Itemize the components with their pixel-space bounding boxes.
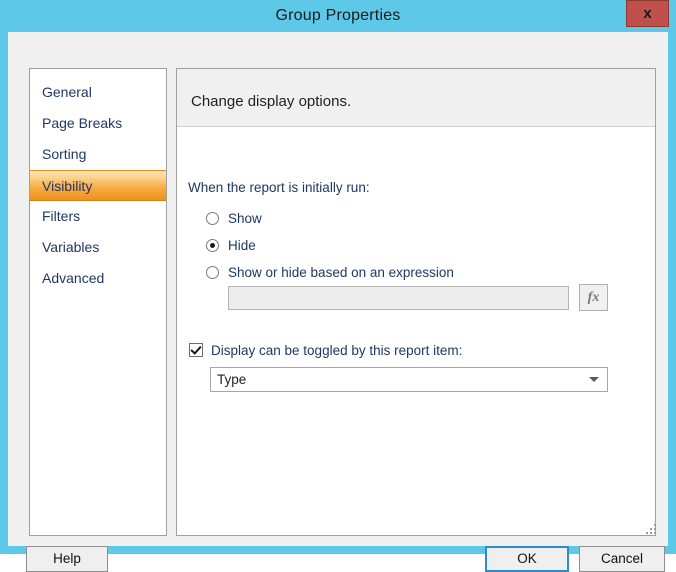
cancel-button[interactable]: Cancel <box>579 546 665 572</box>
radio-show-indicator <box>206 212 219 225</box>
window-title: Group Properties <box>275 7 401 24</box>
panel-header: Change display options. <box>177 69 655 127</box>
radio-show-label: Show <box>228 211 262 226</box>
ok-button[interactable]: OK <box>485 546 569 572</box>
when-run-label: When the report is initially run: <box>188 180 370 195</box>
chevron-down-icon <box>589 377 599 382</box>
sidebar-item-sorting[interactable]: Sorting <box>30 139 166 170</box>
sidebar-item-visibility[interactable]: Visibility <box>30 170 166 201</box>
close-icon[interactable]: x <box>626 0 669 27</box>
radio-expression-label: Show or hide based on an expression <box>228 265 454 280</box>
sidebar-item-variables[interactable]: Variables <box>30 232 166 263</box>
sidebar-item-page-breaks[interactable]: Page Breaks <box>30 108 166 139</box>
radio-hide-label: Hide <box>228 238 256 253</box>
fx-expression-icon[interactable]: fx <box>579 284 608 311</box>
sidebar-item-advanced[interactable]: Advanced <box>30 263 166 294</box>
panel-content: When the report is initially run: Show H… <box>177 128 655 535</box>
report-item-value: Type <box>217 372 247 387</box>
group-properties-dialog: Group Properties x General Page Breaks S… <box>0 0 676 572</box>
expression-input[interactable] <box>228 286 569 310</box>
title-bar: Group Properties x <box>0 0 676 32</box>
checkbox-indicator <box>189 343 203 357</box>
panel-title: Change display options. <box>191 93 352 110</box>
toggle-visibility-label: Display can be toggled by this report it… <box>211 343 463 358</box>
sidebar-item-filters[interactable]: Filters <box>30 201 166 232</box>
help-button[interactable]: Help <box>26 546 108 572</box>
dialog-body: General Page Breaks Sorting Visibility F… <box>8 32 668 572</box>
radio-expression-indicator <box>206 266 219 279</box>
resize-grip[interactable] <box>645 523 657 535</box>
options-panel: Change display options. When the report … <box>176 68 656 536</box>
category-sidebar: General Page Breaks Sorting Visibility F… <box>29 68 167 536</box>
report-item-dropdown[interactable]: Type <box>210 367 608 392</box>
sidebar-item-general[interactable]: General <box>30 77 166 108</box>
radio-hide-indicator <box>206 239 219 252</box>
sidebar-list: General Page Breaks Sorting Visibility F… <box>30 69 166 294</box>
